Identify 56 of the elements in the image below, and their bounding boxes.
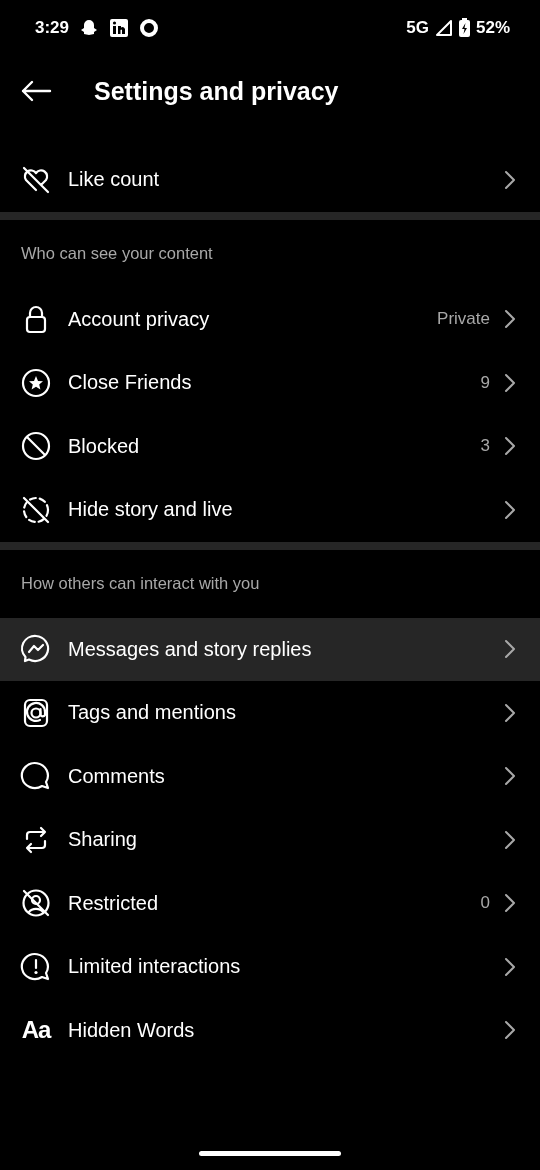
screen-title: Settings and privacy [94, 76, 339, 106]
settings-item[interactable]: Close Friends 9 [0, 351, 540, 415]
item-label: Account privacy [68, 307, 211, 331]
settings-item[interactable]: Account privacy Private [0, 287, 540, 351]
item-label: Tags and mentions [68, 701, 237, 725]
item-value: Private [437, 309, 490, 330]
settings-item[interactable]: Blocked 3 [0, 414, 540, 478]
settings-item[interactable]: Restricted 0 [0, 871, 540, 935]
chevron-icon [504, 956, 516, 977]
battery-icon [458, 18, 470, 37]
item-label: Hide story and live [68, 498, 234, 522]
chevron-icon [504, 639, 516, 660]
item-label: Close Friends [68, 371, 193, 395]
star-circle-icon [20, 366, 52, 399]
chevron-icon [504, 169, 516, 190]
item-label: Hidden Words [68, 1018, 196, 1042]
chevron-icon [504, 436, 516, 457]
item-label: Limited interactions [68, 955, 242, 979]
settings-item[interactable]: Comments [0, 744, 540, 808]
settings-item[interactable]: Sharing [0, 808, 540, 872]
text-style-icon: Aa [20, 1016, 52, 1045]
item-value: 9 [480, 372, 490, 393]
item-label: Messages and story replies [68, 637, 313, 661]
chevron-icon [504, 893, 516, 914]
settings-item[interactable]: Like count [0, 148, 540, 212]
item-value: 3 [480, 436, 490, 457]
item-label: Restricted [68, 891, 160, 915]
section-heading: Who can see your content [21, 244, 213, 263]
chevron-icon [504, 829, 516, 850]
network-type: 5G [406, 17, 429, 38]
item-value: 0 [480, 893, 490, 914]
item-label: Like count [68, 168, 161, 192]
clock-time: 3:29 [35, 17, 70, 38]
ring-icon [139, 17, 160, 38]
chevron-icon [504, 499, 516, 520]
blocked-icon [20, 430, 52, 463]
settings-item[interactable]: Hide story and live [0, 478, 540, 542]
alert-bubble-icon [20, 950, 52, 983]
section-heading: How others can interact with you [21, 574, 260, 593]
chevron-icon [504, 309, 516, 330]
restricted-icon [20, 887, 52, 920]
chevron-icon [504, 766, 516, 787]
back-button[interactable] [20, 79, 52, 103]
item-label: Comments [68, 764, 166, 788]
settings-item[interactable]: Limited interactions [0, 935, 540, 999]
square-app-icon [109, 17, 130, 38]
item-label: Blocked [68, 434, 141, 458]
signal-icon [434, 18, 453, 37]
settings-item[interactable]: Messages and story replies [0, 617, 540, 681]
chevron-icon [504, 372, 516, 393]
battery-percent: 52% [475, 17, 510, 38]
chevron-icon [504, 1020, 516, 1041]
chevron-icon [504, 702, 516, 723]
settings-item[interactable]: Tags and mentions [0, 681, 540, 745]
settings-item[interactable]: Aa Hidden Words [0, 998, 540, 1062]
item-label: Sharing [68, 828, 138, 852]
